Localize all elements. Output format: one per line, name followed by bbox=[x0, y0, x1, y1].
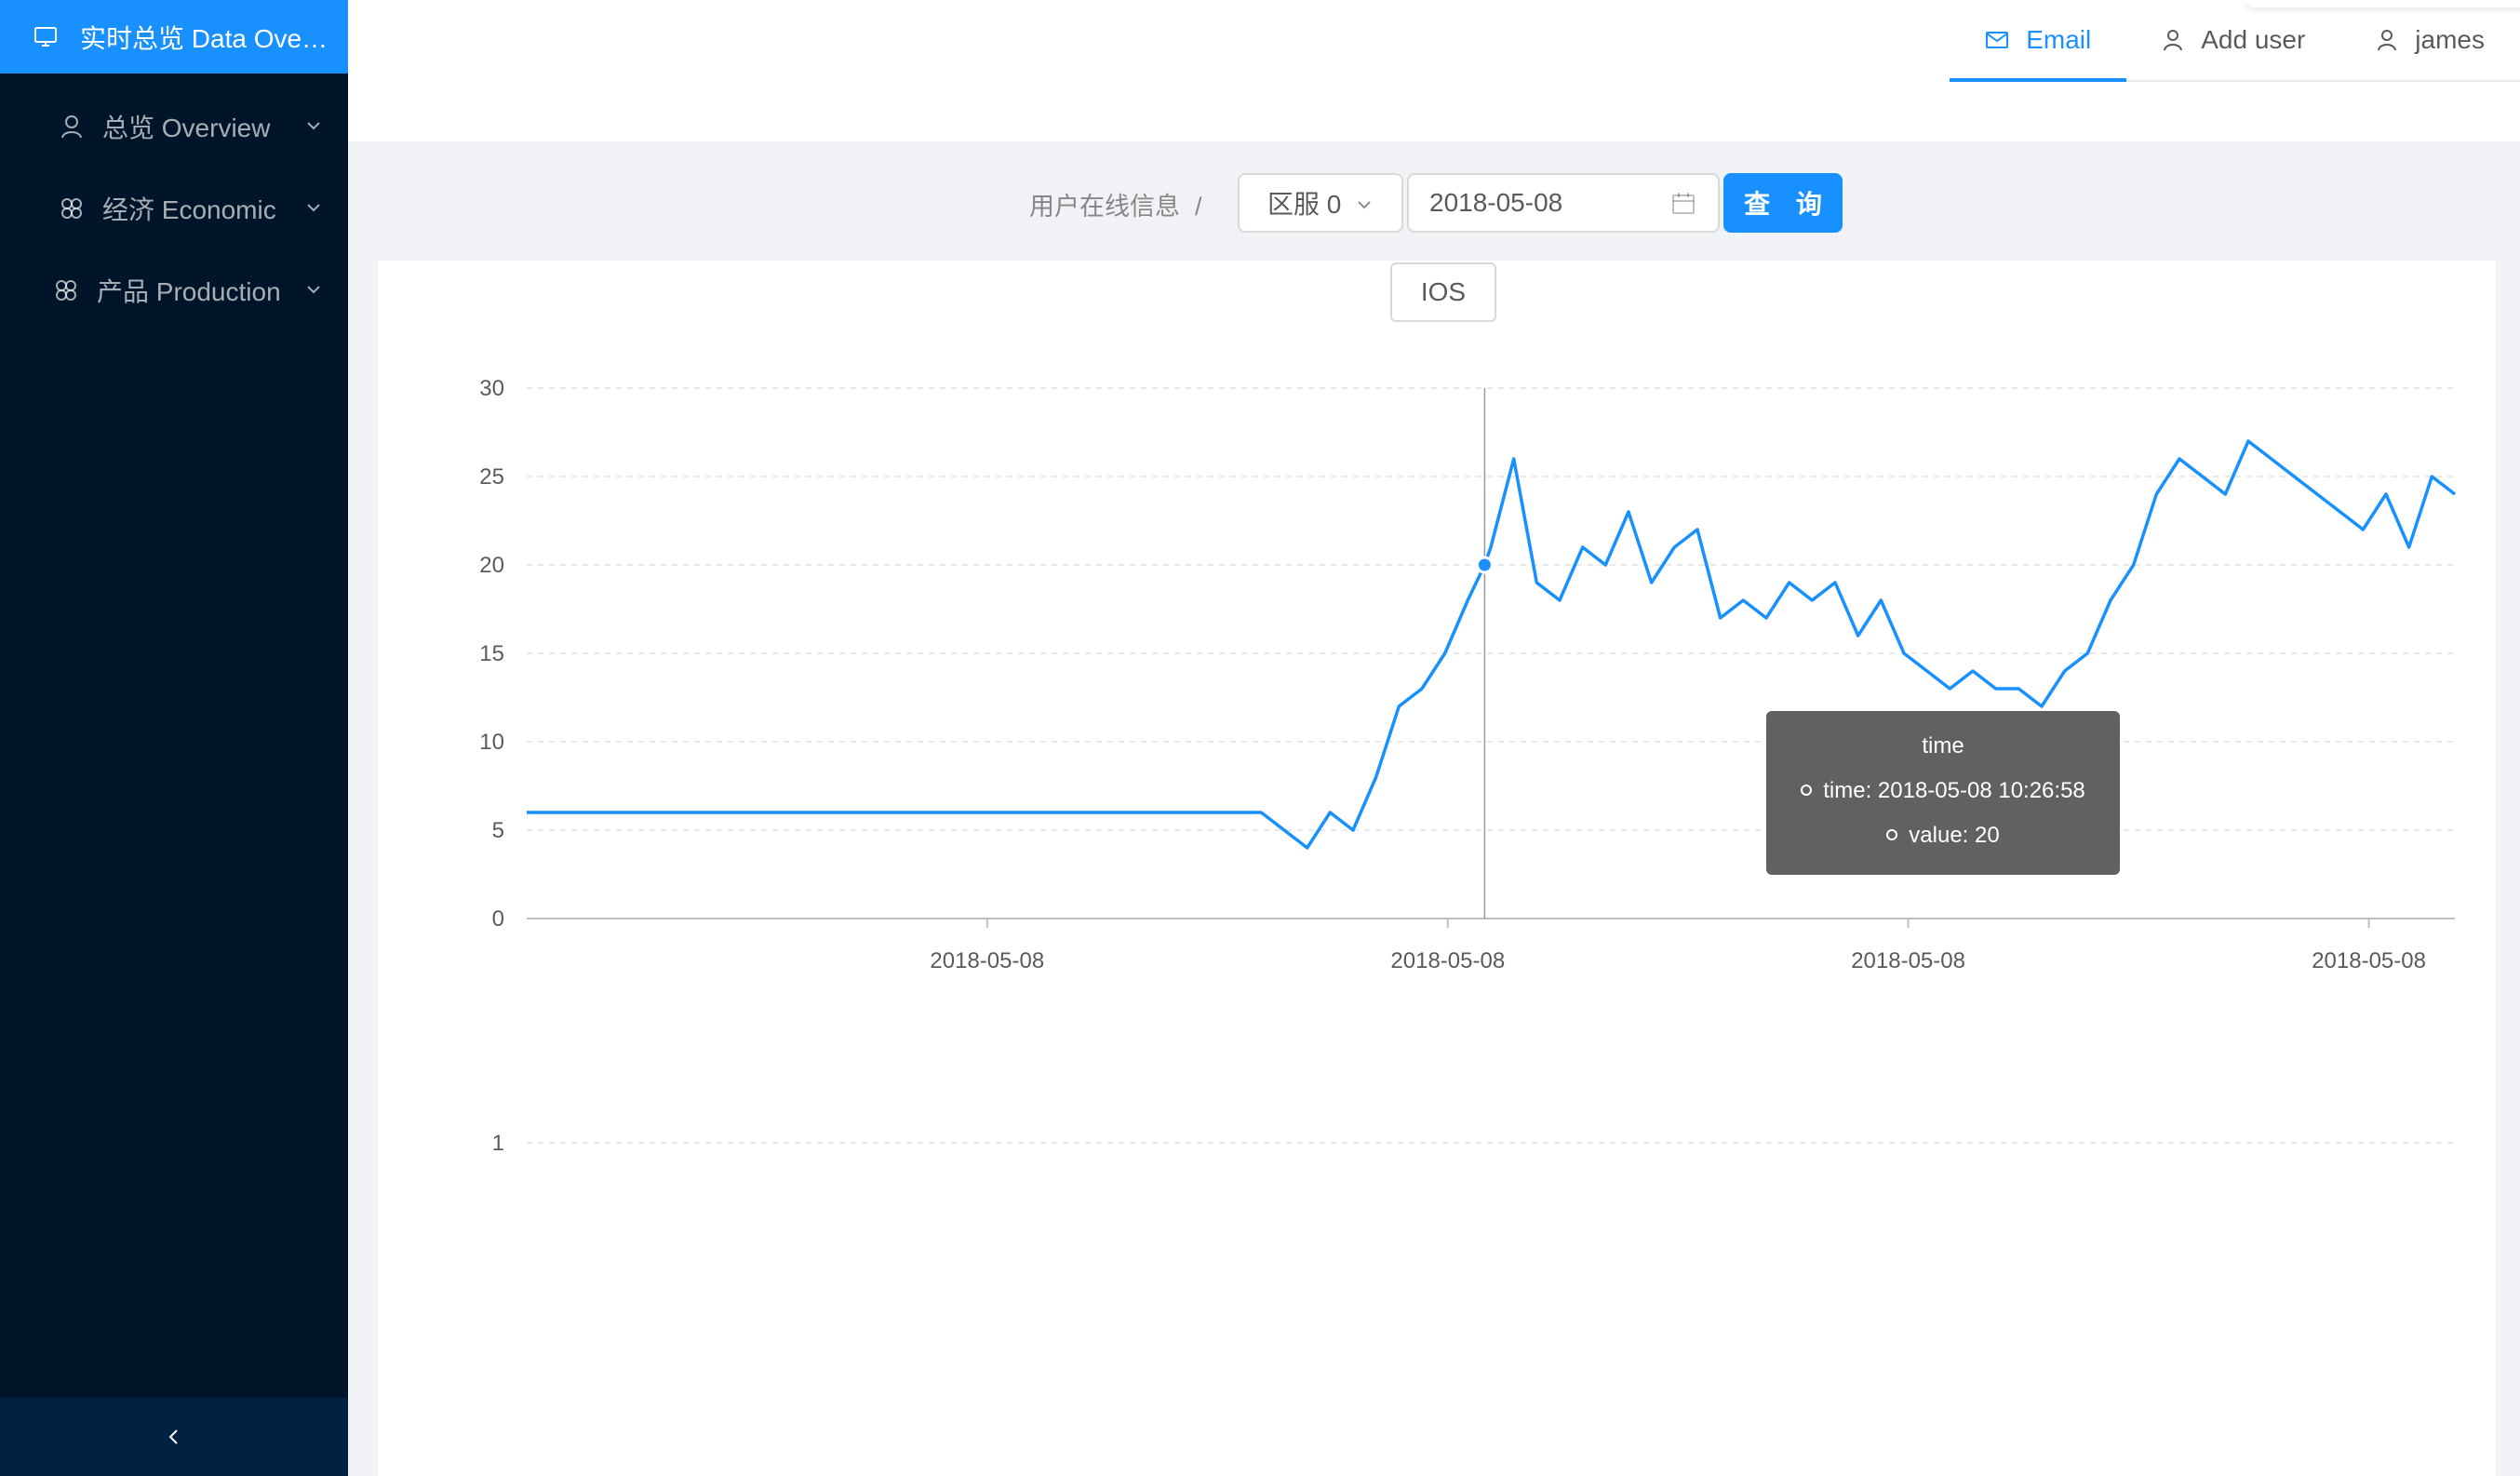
tooltip-marker-icon bbox=[1801, 784, 1813, 796]
apps-icon bbox=[56, 280, 76, 301]
chevron-down-icon bbox=[1358, 201, 1371, 209]
tooltip-time-row: time: 2018-05-08 10:26:58 bbox=[1766, 778, 2120, 804]
top-menu: Email Add user james bbox=[1950, 0, 2520, 82]
y2-tick-label: 1 bbox=[492, 1131, 504, 1156]
x-tick-label: 2018-05-08 bbox=[1390, 948, 1505, 973]
sidebar-item-label: 经济 Economic bbox=[102, 195, 276, 224]
top-menu-label: Add user bbox=[2201, 25, 2306, 54]
hover-point bbox=[1475, 556, 1494, 574]
header: Email Add user james bbox=[348, 0, 2520, 141]
query-button[interactable]: 查 询 bbox=[1723, 173, 1843, 233]
breadcrumb: 用户在线信息 / bbox=[1029, 186, 1202, 222]
sidebar-item-economic[interactable]: 经济 Economic bbox=[0, 175, 348, 242]
sidebar-item-overview[interactable]: 总览 Overview bbox=[0, 93, 348, 160]
server-select-value: 区服 0 bbox=[1267, 190, 1342, 219]
top-menu-add-user[interactable]: Add user bbox=[2126, 0, 2340, 80]
user-icon bbox=[2378, 30, 2397, 51]
x-tick-label: 2018-05-08 bbox=[1851, 948, 1965, 973]
y-tick-label: 15 bbox=[479, 641, 504, 666]
y-tick-label: 20 bbox=[479, 553, 504, 578]
chart-grid bbox=[527, 387, 2455, 1144]
chevron-down-icon bbox=[307, 204, 320, 212]
top-menu-email[interactable]: Email bbox=[1950, 0, 2127, 82]
x-tick-label: 2018-05-08 bbox=[2312, 948, 2426, 973]
sidebar-collapse-button[interactable] bbox=[0, 1398, 348, 1476]
chevron-down-icon bbox=[307, 122, 320, 130]
sidebar-item-label: 总览 Overview bbox=[102, 114, 271, 142]
chart-panel: IOS 0 5 10 15 20 25 30 2018-05-08 2018-05-08 2018… bbox=[378, 261, 2496, 1476]
top-menu-label: james bbox=[2415, 25, 2485, 54]
user-icon bbox=[2164, 30, 2183, 51]
sidebar-item-label: 产品 Production bbox=[97, 277, 281, 306]
y-tick-label: 5 bbox=[492, 818, 504, 843]
tooltip-time: time: 2018-05-08 10:26:58 bbox=[1823, 778, 2085, 803]
breadcrumb-separator: / bbox=[1195, 193, 1202, 221]
mail-icon bbox=[1986, 32, 2009, 48]
filter-bar: 用户在线信息 / 区服 0 2018-05-08 查 询 bbox=[348, 141, 2520, 261]
date-picker-value: 2018-05-08 bbox=[1429, 188, 1563, 217]
sidebar-title-label: 实时总览 Data Ove… bbox=[80, 23, 328, 53]
calendar-icon bbox=[1672, 193, 1695, 214]
desktop-icon bbox=[34, 26, 57, 47]
date-picker-input[interactable]: 2018-05-08 bbox=[1407, 173, 1720, 233]
server-select[interactable]: 区服 0 bbox=[1238, 173, 1403, 233]
online-users-chart[interactable]: 0 5 10 15 20 25 30 2018-05-08 2018-05-08 2018-05-… bbox=[378, 261, 2496, 1476]
y-tick-label: 0 bbox=[492, 906, 504, 932]
user-icon bbox=[61, 115, 82, 139]
breadcrumb-item[interactable]: 用户在线信息 bbox=[1029, 193, 1180, 221]
apps-icon bbox=[61, 198, 82, 219]
chart-tooltip: time time: 2018-05-08 10:26:58 value: 20 bbox=[1766, 711, 2120, 875]
y-tick-label: 25 bbox=[479, 464, 504, 490]
tooltip-value: value: 20 bbox=[1909, 823, 2000, 848]
chevron-left-icon bbox=[168, 1429, 178, 1444]
y-tick-label: 30 bbox=[479, 376, 504, 401]
top-menu-label: Email bbox=[2026, 25, 2092, 54]
sidebar-item-production[interactable]: 产品 Production bbox=[0, 257, 348, 324]
tooltip-marker-icon bbox=[1886, 828, 1898, 840]
top-menu-user-james[interactable]: james bbox=[2340, 0, 2520, 80]
series-line-value bbox=[527, 439, 2457, 850]
sidebar-title-item[interactable]: 实时总览 Data Ove… bbox=[0, 0, 348, 74]
y-tick-label: 10 bbox=[479, 730, 504, 755]
tooltip-value-row: value: 20 bbox=[1766, 823, 2120, 849]
tooltip-title: time bbox=[1922, 733, 1964, 758]
x-tick-label: 2018-05-08 bbox=[930, 948, 1044, 973]
sidebar: 实时总览 Data Ove… 总览 Overview 经济 Economic 产… bbox=[0, 0, 348, 1476]
chart-series bbox=[527, 439, 2457, 850]
chevron-down-icon bbox=[307, 286, 320, 294]
